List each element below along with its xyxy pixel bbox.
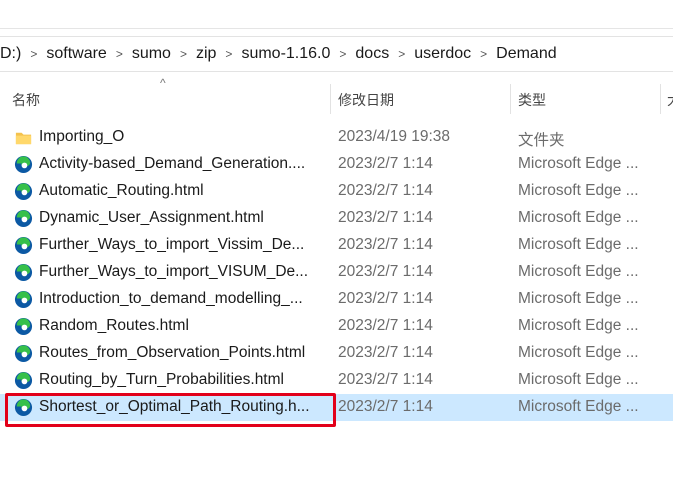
file-modified-date: 2023/2/7 1:14 (338, 344, 433, 361)
breadcrumb-item[interactable]: Demand (489, 45, 563, 63)
breadcrumb-separator-icon[interactable]: > (114, 47, 125, 61)
breadcrumb-item[interactable]: docs (348, 45, 396, 63)
file-type: Microsoft Edge ... (518, 155, 639, 172)
breadcrumb-separator-icon[interactable]: > (337, 47, 348, 61)
file-name: Further_Ways_to_import_VISUM_De... (39, 263, 309, 280)
edge-icon (14, 209, 33, 228)
breadcrumb-separator-icon[interactable]: > (28, 47, 39, 61)
file-type: Microsoft Edge ... (518, 317, 639, 334)
column-header-type[interactable]: 类型 (518, 90, 546, 110)
file-type: Microsoft Edge ... (518, 398, 639, 415)
file-name: Routes_from_Observation_Points.html (39, 344, 306, 361)
column-header-row: 名称 修改日期 类型 大 (0, 84, 673, 114)
breadcrumb-separator-icon[interactable]: > (396, 47, 407, 61)
file-modified-date: 2023/2/7 1:14 (338, 209, 433, 226)
breadcrumb-item[interactable]: software (39, 45, 113, 63)
file-modified-date: 2023/2/7 1:14 (338, 371, 433, 388)
file-row[interactable]: Automatic_Routing.html 2023/2/7 1:14 Micro… (0, 178, 673, 205)
file-type: Microsoft Edge ... (518, 209, 639, 226)
address-bar[interactable]: D:) > software > sumo > zip > sumo-1.16.0 > docs > u… (0, 36, 673, 72)
breadcrumb-item[interactable]: userdoc (407, 45, 478, 63)
file-modified-date: 2023/4/19 19:38 (338, 128, 451, 145)
column-header-date[interactable]: 修改日期 (338, 90, 394, 110)
window-top-strip (0, 0, 673, 29)
file-row[interactable]: Introduction_to_demand_modelling_... 2023… (0, 286, 673, 313)
file-name: Introduction_to_demand_modelling_... (39, 290, 303, 307)
breadcrumb-separator-icon[interactable]: > (223, 47, 234, 61)
edge-icon (14, 398, 33, 417)
file-row[interactable]: Importing_O 2023/4/19 19:38 文件夹 (0, 124, 673, 151)
column-header-size[interactable]: 大 (667, 90, 673, 110)
breadcrumb-item[interactable]: zip (189, 45, 223, 63)
file-name: Further_Ways_to_import_Vissim_De... (39, 236, 305, 253)
edge-icon (14, 155, 33, 174)
file-name: Importing_O (39, 128, 125, 145)
file-modified-date: 2023/2/7 1:14 (338, 236, 433, 253)
file-type: Microsoft Edge ... (518, 371, 639, 388)
file-name: Routing_by_Turn_Probabilities.html (39, 371, 284, 388)
edge-icon (14, 263, 33, 282)
column-divider[interactable] (510, 84, 511, 114)
file-type: 文件夹 (518, 132, 565, 149)
edge-icon (14, 236, 33, 255)
file-modified-date: 2023/2/7 1:14 (338, 290, 433, 307)
file-type: Microsoft Edge ... (518, 263, 639, 280)
file-modified-date: 2023/2/7 1:14 (338, 155, 433, 172)
file-modified-date: 2023/2/7 1:14 (338, 317, 433, 334)
edge-icon (14, 371, 33, 390)
folder-icon (14, 128, 33, 147)
file-type: Microsoft Edge ... (518, 182, 639, 199)
file-row[interactable]: Random_Routes.html 2023/2/7 1:14 Microsoft… (0, 313, 673, 340)
file-row[interactable]: Shortest_or_Optimal_Path_Routing.h... 202… (0, 394, 673, 421)
file-list: Importing_O 2023/4/19 19:38 文件夹 Activity-ba… (0, 124, 673, 421)
file-name: Automatic_Routing.html (39, 182, 204, 199)
column-divider[interactable] (330, 84, 331, 114)
column-header-name[interactable]: 名称 (12, 90, 40, 110)
column-divider[interactable] (660, 84, 661, 114)
edge-icon (14, 290, 33, 309)
file-name: Activity-based_Demand_Generation.... (39, 155, 306, 172)
file-row[interactable]: Activity-based_Demand_Generation.... 2023… (0, 151, 673, 178)
file-row[interactable]: Routes_from_Observation_Points.html 2023/… (0, 340, 673, 367)
breadcrumb-item[interactable]: sumo-1.16.0 (234, 45, 337, 63)
breadcrumb-separator-icon[interactable]: > (178, 47, 189, 61)
file-type: Microsoft Edge ... (518, 236, 639, 253)
file-modified-date: 2023/2/7 1:14 (338, 263, 433, 280)
breadcrumb-item[interactable]: D:) (0, 45, 28, 63)
edge-icon (14, 182, 33, 201)
file-type: Microsoft Edge ... (518, 290, 639, 307)
edge-icon (14, 317, 33, 336)
file-row[interactable]: Routing_by_Turn_Probabilities.html 2023/2… (0, 367, 673, 394)
file-type: Microsoft Edge ... (518, 344, 639, 361)
file-modified-date: 2023/2/7 1:14 (338, 398, 433, 415)
breadcrumb-item[interactable]: sumo (125, 45, 178, 63)
breadcrumb-separator-icon[interactable]: > (478, 47, 489, 61)
file-modified-date: 2023/2/7 1:14 (338, 182, 433, 199)
file-row[interactable]: Further_Ways_to_import_Vissim_De... 2023/… (0, 232, 673, 259)
edge-icon (14, 344, 33, 363)
file-name: Random_Routes.html (39, 317, 189, 334)
file-name: Dynamic_User_Assignment.html (39, 209, 264, 226)
file-row[interactable]: Further_Ways_to_import_VISUM_De... 2023/2… (0, 259, 673, 286)
file-name: Shortest_or_Optimal_Path_Routing.h... (39, 398, 310, 415)
file-row[interactable]: Dynamic_User_Assignment.html 2023/2/7 1:1… (0, 205, 673, 232)
